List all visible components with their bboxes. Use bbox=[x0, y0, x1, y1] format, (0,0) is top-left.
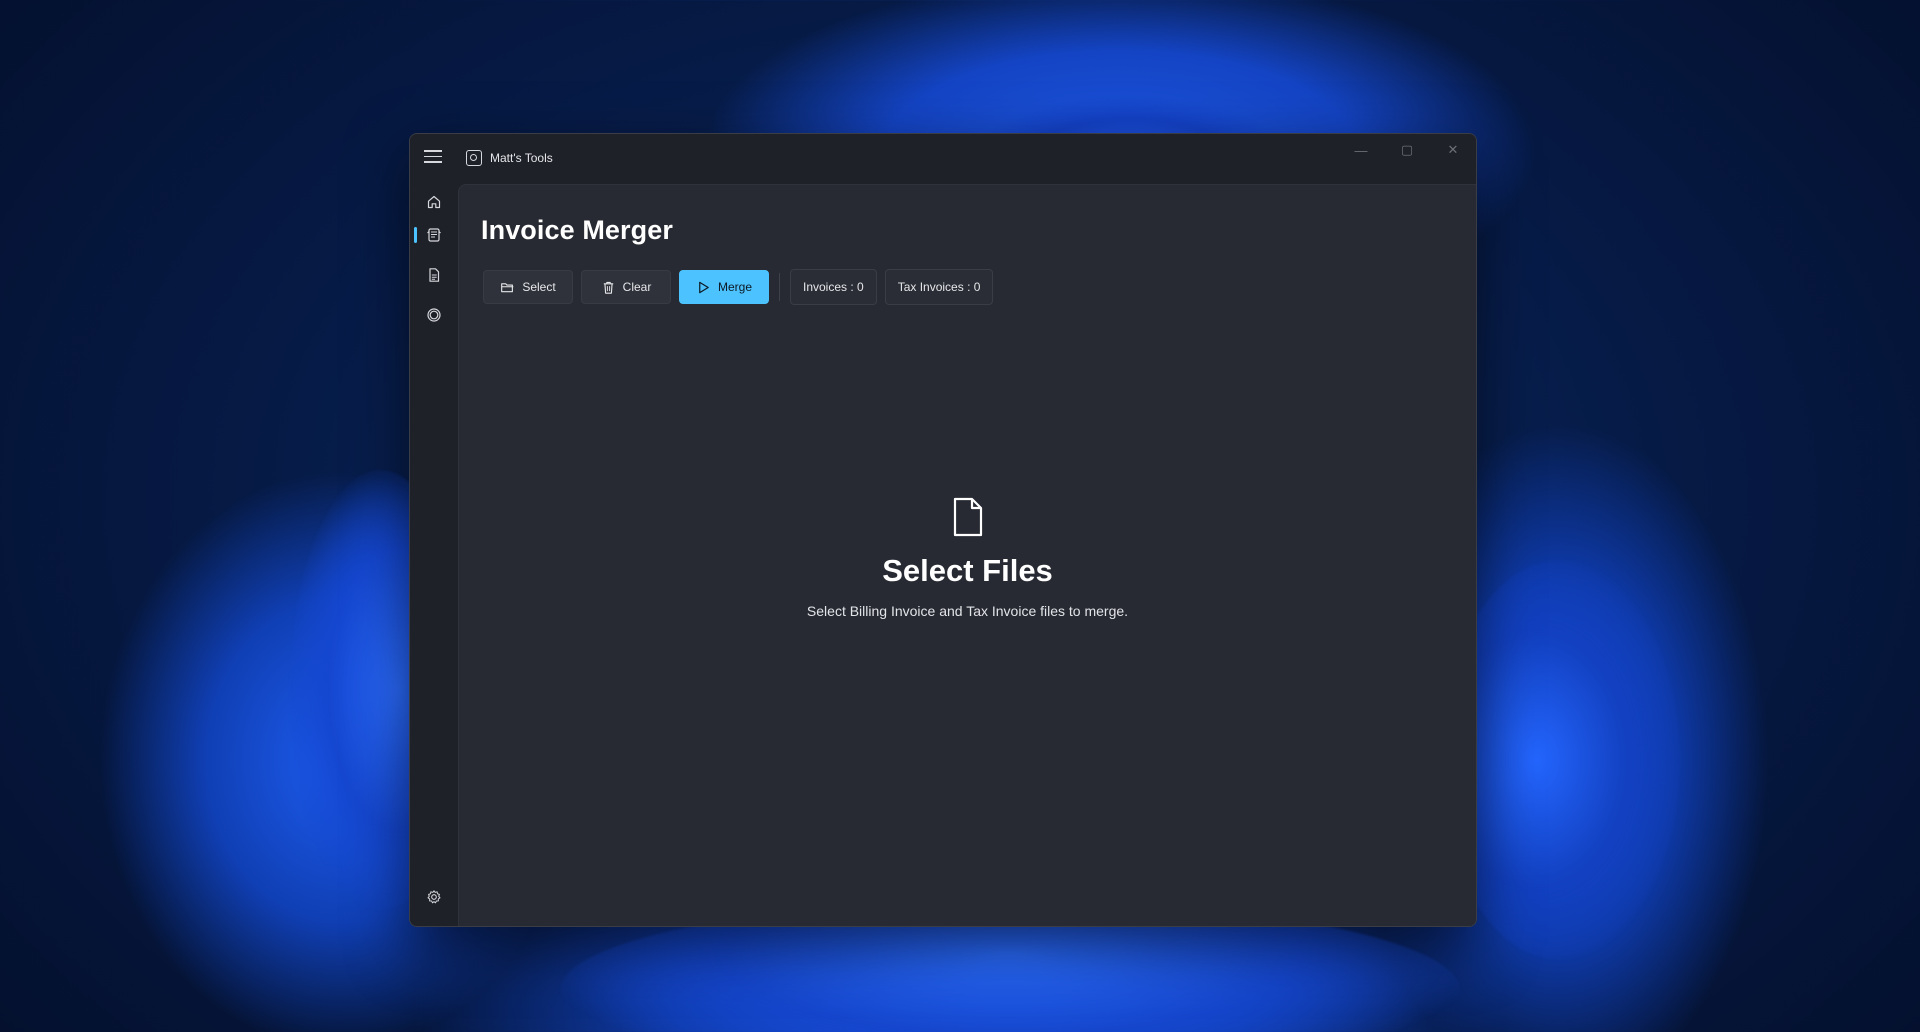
nav-item-circle-tool[interactable] bbox=[414, 297, 454, 333]
clear-button-label: Clear bbox=[622, 280, 652, 294]
gear-icon bbox=[427, 890, 441, 904]
empty-state-title: Select Files bbox=[882, 553, 1053, 588]
title-bar[interactable]: Matt's Tools — ▢ ✕ bbox=[410, 134, 1476, 184]
page-title: Invoice Merger bbox=[481, 215, 673, 245]
navigation-rail bbox=[410, 184, 458, 926]
app-logo-icon bbox=[466, 150, 482, 166]
window-title: Matt's Tools bbox=[490, 151, 553, 165]
tax-invoices-count-badge: Tax Invoices : 0 bbox=[884, 269, 994, 305]
empty-state: Select Files Select Billing Invoice and … bbox=[459, 497, 1476, 619]
toolbar: Select Clear Merge Invoices : 0 Tax Invo… bbox=[483, 269, 1001, 305]
maximize-button[interactable]: ▢ bbox=[1384, 134, 1430, 166]
document-icon bbox=[429, 268, 440, 282]
merge-button-label: Merge bbox=[717, 280, 752, 294]
minimize-button[interactable]: — bbox=[1338, 134, 1384, 166]
app-window: Matt's Tools — ▢ ✕ Invoice Merger Select… bbox=[409, 133, 1477, 927]
empty-state-description: Select Billing Invoice and Tax Invoice f… bbox=[806, 603, 1129, 619]
clear-button[interactable]: Clear bbox=[581, 270, 671, 304]
content-area: Invoice Merger Select Clear Merge Invoic… bbox=[458, 184, 1476, 926]
toolbar-separator bbox=[779, 273, 780, 301]
nav-item-documents[interactable] bbox=[414, 257, 454, 293]
nav-item-invoice-merger[interactable] bbox=[414, 217, 454, 253]
hamburger-menu-icon[interactable] bbox=[424, 150, 442, 164]
merge-button[interactable]: Merge bbox=[679, 270, 769, 304]
play-icon bbox=[699, 281, 709, 293]
circle-icon bbox=[427, 308, 441, 322]
trash-icon bbox=[603, 281, 613, 294]
invoice-merger-icon bbox=[427, 228, 441, 242]
close-button[interactable]: ✕ bbox=[1430, 134, 1476, 166]
home-icon bbox=[427, 195, 441, 209]
select-button[interactable]: Select bbox=[483, 270, 573, 304]
invoices-count-badge: Invoices : 0 bbox=[790, 269, 877, 305]
folder-open-icon bbox=[501, 282, 514, 292]
select-button-label: Select bbox=[522, 280, 556, 294]
file-icon bbox=[953, 497, 982, 537]
nav-item-home[interactable] bbox=[414, 184, 454, 220]
nav-item-settings[interactable] bbox=[414, 879, 454, 915]
